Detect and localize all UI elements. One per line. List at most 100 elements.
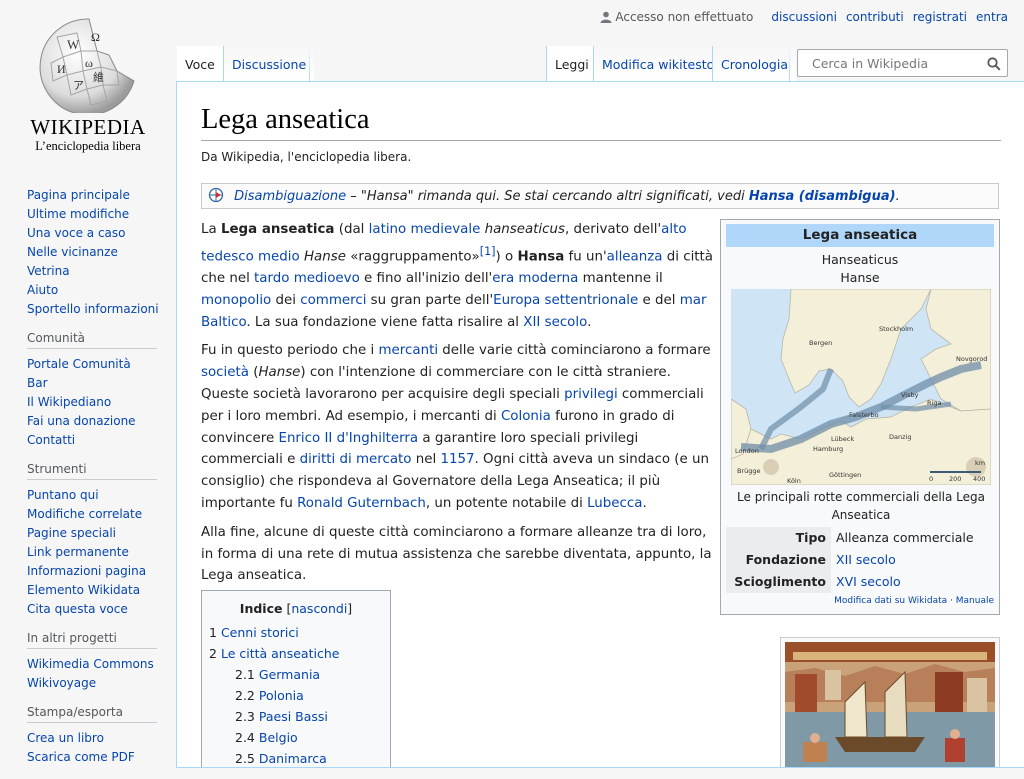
- tab-talk[interactable]: Discussione: [223, 46, 315, 81]
- disambiguation-link[interactable]: Disambiguazione: [234, 189, 346, 204]
- text-run: ) o: [495, 249, 518, 265]
- inline-link[interactable]: Enrico II d'Inghilterra: [278, 431, 418, 446]
- site-subtitle: Da Wikipedia, l'enciclopedia libera.: [201, 150, 412, 164]
- site-logo[interactable]: W Ω И ω ア 維 WIKIPEDIA L’enciclopedia lib…: [0, 0, 176, 160]
- inline-link[interactable]: monopolio: [201, 293, 271, 308]
- paragraph-intro: La Lega anseatica (dal latino medievale …: [201, 219, 713, 333]
- edit-wikidata-link[interactable]: Modifica dati su Wikidata: [834, 596, 947, 606]
- sidebar-item-permanent-link[interactable]: Link permanente: [27, 543, 176, 562]
- inline-link[interactable]: latino medievale: [369, 222, 481, 237]
- italic-text: Hanse: [258, 365, 301, 381]
- toc-item[interactable]: 2.1 Germania: [202, 664, 390, 685]
- inline-link[interactable]: XII secolo: [523, 315, 587, 330]
- article-image-thumb[interactable]: [780, 637, 1000, 767]
- infobox-value-link[interactable]: XII secolo: [836, 549, 896, 571]
- sidebar-item-help[interactable]: Aiuto: [27, 281, 176, 300]
- toc-item[interactable]: 2.2 Polonia: [202, 685, 390, 706]
- sidebar-item-random[interactable]: Una voce a caso: [27, 224, 176, 243]
- svg-text:W: W: [67, 37, 80, 52]
- inline-link[interactable]: Europa settentrionale: [493, 293, 638, 308]
- toc-label: Le città anseatiche: [220, 646, 340, 661]
- toc-item[interactable]: 1 Cenni storici: [202, 622, 390, 643]
- sidebar-item-page-info[interactable]: Informazioni pagina: [27, 562, 176, 581]
- login-link[interactable]: entra: [976, 10, 1008, 24]
- hanseatic-routes-map[interactable]: Bergen Stockholm Novgorod Visby Riga Fal…: [731, 289, 991, 485]
- infobox-latin-name: Hanseaticus: [821, 252, 899, 267]
- inline-link[interactable]: commerci: [300, 293, 366, 308]
- sidebar-item-recent-changes[interactable]: Ultime modifiche: [27, 205, 176, 224]
- talk-link[interactable]: discussioni: [771, 10, 837, 24]
- logo-wordmark: WIKIPEDIA: [30, 115, 146, 139]
- sidebar-item-help-desk[interactable]: Sportello informazioni: [27, 300, 176, 319]
- toc-header: Indice [nascondi]: [202, 601, 390, 616]
- toc-item[interactable]: 2.3 Paesi Bassi: [202, 706, 390, 727]
- inline-link[interactable]: 1157: [440, 452, 474, 467]
- toc-item[interactable]: 2.4 Belgio: [202, 727, 390, 748]
- tab-edit-source[interactable]: Modifica wikitesto: [593, 46, 723, 81]
- sidebar-item-bar[interactable]: Bar: [27, 374, 176, 393]
- infobox: Lega anseatica Hanseaticus Hanse Bergen …: [720, 219, 1000, 615]
- manual-link[interactable]: Manuale: [956, 596, 994, 606]
- search-button[interactable]: [987, 56, 1001, 75]
- reference-link[interactable]: [1]: [480, 245, 496, 258]
- paragraph-alliances: Alla fine, alcune di queste città cominc…: [201, 522, 713, 587]
- infobox-label: Scioglimento: [726, 571, 831, 593]
- text-run: Alla fine, alcune di queste città cominc…: [201, 524, 712, 584]
- bold-text: Hansa: [517, 249, 565, 265]
- sidebar-item-create-book[interactable]: Crea un libro: [27, 729, 176, 748]
- sidebar-item-commons[interactable]: Wikimedia Commons: [27, 655, 176, 674]
- footer-separator: ·: [947, 596, 956, 606]
- inline-link[interactable]: società: [201, 365, 249, 380]
- disambiguation-icon: [208, 187, 224, 203]
- sidebar-item-featured[interactable]: Vetrina: [27, 262, 176, 281]
- inline-link[interactable]: alleanza: [607, 249, 663, 264]
- tab-read[interactable]: Leggi: [546, 46, 597, 81]
- sidebar-item-donate[interactable]: Fai una donazione: [27, 412, 176, 431]
- sidebar-item-related-changes[interactable]: Modifiche correlate: [27, 505, 176, 524]
- sidebar-item-community-portal[interactable]: Portale Comunità: [27, 355, 176, 374]
- map-label-luebeck: Lübeck: [831, 435, 854, 443]
- inline-link[interactable]: Colonia: [501, 409, 551, 424]
- infobox-row-tipo: Tipo Alleanza commerciale: [726, 527, 994, 549]
- map-scale-tick-400: 400: [973, 475, 985, 483]
- sidebar-item-wikivoyage[interactable]: Wikivoyage: [27, 674, 176, 693]
- toc-number: 1: [209, 625, 217, 640]
- sidebar-other-projects: In altri progetti Wikimedia Commons Wiki…: [27, 631, 176, 705]
- tab-history[interactable]: Cronologia: [712, 46, 796, 81]
- sidebar-heading-other-projects: In altri progetti: [27, 631, 157, 649]
- toc-hide-toggle[interactable]: nascondi: [291, 601, 347, 616]
- inline-link[interactable]: diritti di mercato: [300, 452, 412, 467]
- sidebar-item-main-page[interactable]: Pagina principale: [27, 186, 176, 205]
- map-scale-tick-0: 0: [929, 475, 933, 483]
- inline-link[interactable]: tardo medioevo: [254, 271, 360, 286]
- sidebar-item-download-pdf[interactable]: Scarica come PDF: [27, 748, 176, 767]
- user-icon: [600, 11, 612, 23]
- sidebar-item-what-links-here[interactable]: Puntano qui: [27, 486, 176, 505]
- sidebar-item-wikidata-item[interactable]: Elemento Wikidata: [27, 581, 176, 600]
- create-account-link[interactable]: registrati: [913, 10, 967, 24]
- inline-link[interactable]: Lubecca: [587, 496, 642, 511]
- toc-label: Germania: [258, 667, 321, 682]
- inline-link[interactable]: Ronald Guternbach: [297, 496, 426, 511]
- inline-link[interactable]: mercanti: [379, 343, 439, 358]
- text-run: (dal: [334, 222, 369, 237]
- sidebar-item-contacts[interactable]: Contatti: [27, 431, 176, 450]
- contributions-link[interactable]: contributi: [846, 10, 904, 24]
- tab-article[interactable]: Voce: [177, 46, 223, 81]
- inline-link[interactable]: privilegi: [564, 387, 618, 402]
- toc-item[interactable]: 2.5 Danimarca: [202, 748, 390, 767]
- map-label-london: London: [735, 447, 759, 455]
- sidebar-item-wikipediano[interactable]: Il Wikipediano: [27, 393, 176, 412]
- sidebar-item-nearby[interactable]: Nelle vicinanze: [27, 243, 176, 262]
- inline-link[interactable]: era moderna: [492, 271, 578, 286]
- sidebar-item-special-pages[interactable]: Pagine speciali: [27, 524, 176, 543]
- hansa-disambigua-link[interactable]: Hansa (disambigua): [749, 189, 896, 204]
- map-label-stockholm: Stockholm: [879, 325, 913, 333]
- sidebar-item-cite[interactable]: Cita questa voce: [27, 600, 176, 619]
- content-area: Lega anseatica Da Wikipedia, l'enciclope…: [176, 81, 1024, 768]
- toc-title: Indice: [239, 601, 283, 616]
- infobox-value-link[interactable]: XVI secolo: [836, 571, 901, 593]
- search-input[interactable]: [798, 50, 982, 76]
- toc-item[interactable]: 2 Le città anseatiche: [202, 643, 390, 664]
- italic-text: Hanse: [303, 249, 346, 265]
